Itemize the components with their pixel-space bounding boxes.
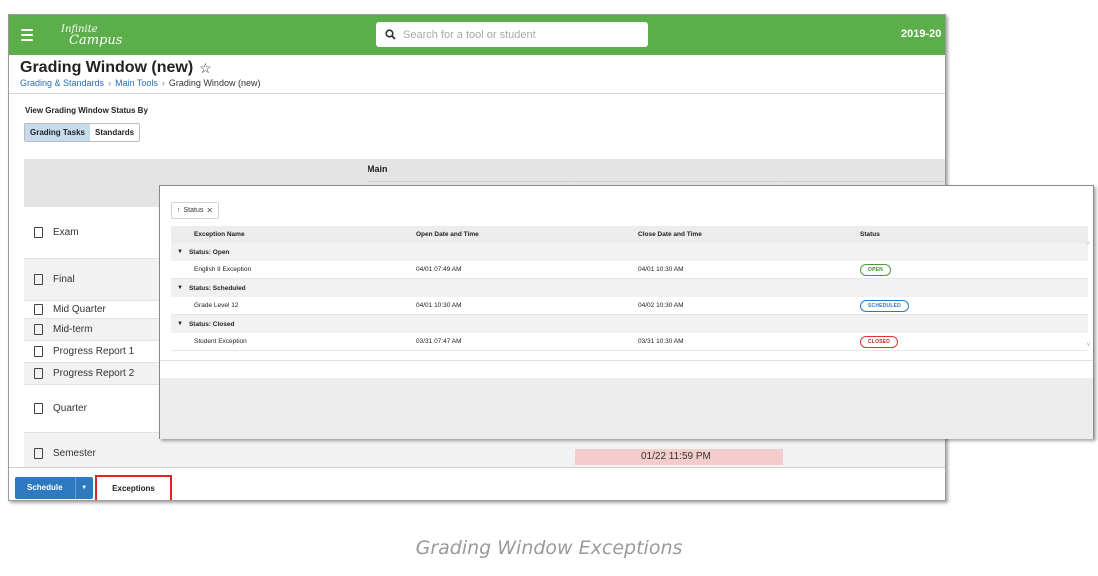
view-by-label: View Grading Window Status By (25, 106, 148, 115)
column-header[interactable]: Status (860, 231, 1078, 238)
table-row[interactable]: Student Exception 03/31 07:47 AM 03/31 1… (171, 333, 1088, 351)
column-header[interactable]: Open Date and Time (416, 231, 638, 238)
page-title-text: Grading Window (new) (20, 59, 194, 76)
exception-name: English II Exception (194, 266, 252, 273)
document-icon (34, 304, 43, 315)
exceptions-table: Exception Name Open Date and Time Close … (171, 226, 1088, 351)
window-cell-text: 01/22 11:59 PM (641, 451, 711, 462)
top-bar: Infinite Campus Search for a tool or stu… (9, 15, 945, 55)
grid-group-header: Main (367, 164, 388, 174)
breadcrumb-item[interactable]: Main Tools (115, 78, 158, 88)
scroll-up-icon[interactable]: ^ (1087, 242, 1090, 248)
exception-name: Student Exception (194, 338, 247, 345)
table-header: Exception Name Open Date and Time Close … (171, 226, 1088, 243)
header-divider (9, 93, 945, 94)
search-icon (385, 29, 396, 40)
open-date: 03/31 07:47 AM (416, 338, 462, 345)
table-row[interactable]: Grade Level 12 04/01 10:30 AM 04/02 10:3… (171, 297, 1088, 315)
logo: Infinite Campus (61, 24, 123, 48)
breadcrumb-current: Grading Window (new) (168, 78, 261, 88)
table-row[interactable]: English II Exception 04/01 07:49 AM 04/0… (171, 261, 1088, 279)
open-date: 04/01 10:30 AM (416, 302, 462, 309)
document-icon (34, 368, 43, 379)
task-name: Mid-term (53, 324, 93, 335)
group-row[interactable]: ▼ Status: Scheduled (171, 279, 1088, 297)
column-header[interactable]: Close Date and Time (638, 231, 860, 238)
close-date: 04/02 10:30 AM (638, 302, 684, 309)
page-title: Grading Window (new) ☆ (20, 59, 212, 77)
sort-chip-label: Status (183, 207, 204, 214)
logo-line2: Campus (69, 33, 123, 48)
grid-header-divider (367, 181, 945, 182)
status-badge: CLOSED (860, 335, 899, 348)
collapse-triangle-icon[interactable]: ▼ (177, 249, 183, 255)
sort-chip[interactable]: ↑ Status ✕ (171, 202, 220, 219)
close-icon[interactable]: ✕ (206, 206, 213, 215)
task-name: Progress Report 2 (53, 368, 135, 379)
screenshot-stage: Infinite Campus Search for a tool or stu… (0, 0, 1098, 576)
panel-footer-area (160, 378, 1093, 439)
status-badge: OPEN (860, 263, 891, 276)
schedule-button[interactable]: Schedule ▼ (15, 477, 93, 499)
exceptions-button[interactable]: Exceptions (95, 475, 172, 500)
task-name: Quarter (53, 403, 87, 414)
group-row[interactable]: ▼ Status: Closed (171, 315, 1088, 333)
toggle-grading-tasks[interactable]: Grading Tasks (25, 124, 90, 141)
star-icon[interactable]: ☆ (199, 60, 212, 77)
status-cell: OPEN (860, 263, 1078, 276)
figure-caption: Grading Window Exceptions (415, 537, 683, 559)
status-cell: SCHEDULED (860, 299, 1078, 312)
close-date: 04/01 10:30 AM (638, 266, 684, 273)
column-header[interactable]: Exception Name (171, 231, 416, 238)
search-placeholder: Search for a tool or student (403, 28, 536, 41)
sort-arrow-icon: ↑ (177, 207, 181, 214)
toggle-standards[interactable]: Standards (90, 124, 139, 141)
close-date: 03/31 10:30 AM (638, 338, 684, 345)
collapse-triangle-icon[interactable]: ▼ (177, 285, 183, 291)
status-cell: CLOSED (860, 335, 1078, 348)
document-icon (34, 448, 43, 459)
school-year[interactable]: 2019-20 (901, 28, 945, 40)
breadcrumb: Grading & Standards › Main Tools › Grading W… (20, 78, 260, 88)
search-input[interactable]: Search for a tool or student (376, 22, 648, 47)
group-label: Status: Open (188, 248, 230, 256)
task-name: Mid Quarter (53, 304, 106, 315)
exception-name: Grade Level 12 (194, 302, 239, 309)
document-icon (34, 274, 43, 285)
action-footer: Schedule ▼ Exceptions (9, 467, 945, 500)
task-name: Progress Report 1 (53, 346, 135, 357)
view-toggle: Grading Tasks Standards (24, 123, 141, 142)
document-icon (34, 324, 43, 335)
group-row[interactable]: ▼ Status: Open (171, 243, 1088, 261)
document-icon (34, 403, 43, 414)
exceptions-panel: ↑ Status ✕ Exception Name Open Date and … (159, 185, 1094, 439)
breadcrumb-separator-icon: › (108, 78, 112, 88)
menu-icon[interactable] (21, 29, 33, 41)
collapse-triangle-icon[interactable]: ▼ (177, 321, 183, 327)
task-name: Final (53, 274, 75, 285)
breadcrumb-separator-icon: › (161, 78, 165, 88)
breadcrumb-item[interactable]: Grading & Standards (20, 78, 104, 88)
chevron-down-icon[interactable]: ▼ (74, 477, 93, 499)
status-badge: SCHEDULED (860, 299, 909, 312)
panel-divider (160, 360, 1093, 361)
group-label: Status: Closed (188, 320, 235, 328)
document-icon (34, 346, 43, 357)
group-label: Status: Scheduled (188, 284, 246, 292)
document-icon (34, 227, 43, 238)
task-name: Semester (53, 448, 96, 459)
open-date: 04/01 07:49 AM (416, 266, 462, 273)
task-name: Exam (53, 227, 79, 238)
schedule-button-label: Schedule (27, 483, 63, 492)
scroll-down-icon[interactable]: v (1087, 342, 1090, 348)
